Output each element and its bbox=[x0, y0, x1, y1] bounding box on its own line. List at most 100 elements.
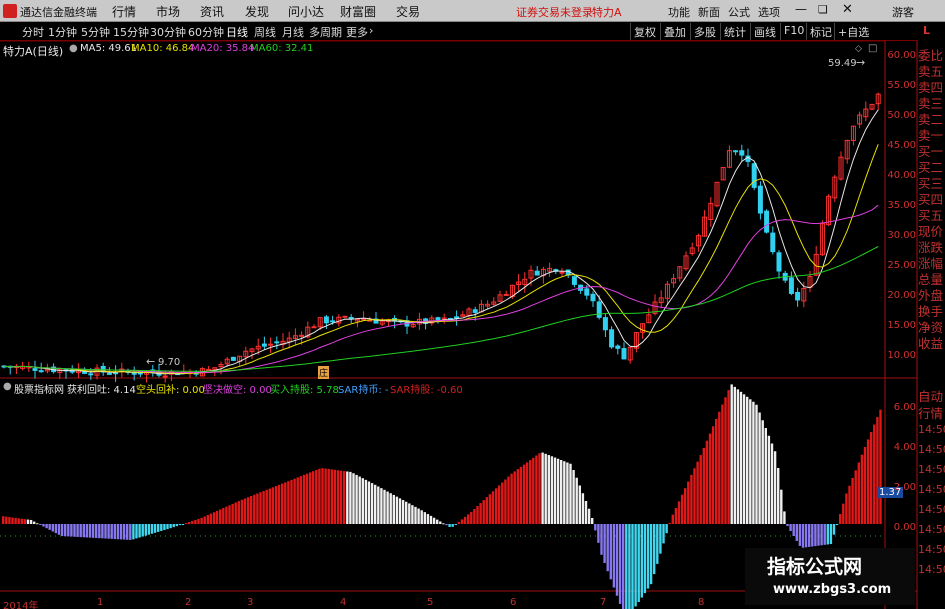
menu-function[interactable]: 功能 bbox=[668, 4, 690, 20]
indicator-bar bbox=[687, 481, 690, 524]
menu-item-wealth-circle[interactable]: 财富圈 bbox=[340, 3, 376, 20]
menu-item-news[interactable]: 资讯 bbox=[200, 3, 224, 20]
indicator-bar bbox=[281, 483, 284, 524]
indicator-bar bbox=[733, 386, 736, 524]
indicator-bar bbox=[408, 503, 411, 524]
period-daily[interactable]: 日线 bbox=[226, 24, 248, 40]
indicator-bar bbox=[200, 517, 203, 524]
period-monthly[interactable]: 月线 bbox=[282, 24, 304, 40]
side-item[interactable]: 收益 bbox=[918, 333, 945, 352]
indicator-toggle-icon[interactable]: ● bbox=[3, 381, 12, 392]
toolbar-f10[interactable]: F10 bbox=[780, 23, 807, 40]
ma-toggle-icon[interactable]: ● bbox=[69, 43, 78, 54]
period-multi[interactable]: 多周期 bbox=[309, 24, 342, 40]
indicator-bar bbox=[451, 524, 454, 527]
menu-item-ask[interactable]: 问小达 bbox=[288, 3, 324, 20]
indicator-bar bbox=[293, 478, 296, 524]
indicator-bar bbox=[569, 463, 572, 524]
guest-label[interactable]: 游客 bbox=[892, 4, 914, 20]
indicator-bar bbox=[659, 524, 662, 554]
candle-body bbox=[361, 318, 367, 321]
menu-item-market[interactable]: 市场 bbox=[156, 3, 180, 20]
toolbar-stats[interactable]: 统计 bbox=[720, 23, 749, 40]
toolbar-draw[interactable]: 画线 bbox=[750, 23, 779, 40]
indicator-bar bbox=[327, 469, 330, 524]
indicator-bar bbox=[597, 524, 600, 543]
candle-body bbox=[609, 329, 615, 348]
indicator-bar bbox=[243, 498, 247, 524]
y-tick-label: 20.00 bbox=[887, 290, 916, 301]
period-timeshare[interactable]: 分时 bbox=[22, 24, 44, 40]
indicator-bar bbox=[405, 501, 408, 524]
menu-options[interactable]: 选项 bbox=[758, 4, 780, 20]
toolbar-adjust[interactable]: 复权 bbox=[630, 23, 659, 40]
indicator-bar bbox=[826, 524, 829, 545]
indicator-bar bbox=[491, 491, 495, 524]
period-more[interactable]: 更多 bbox=[346, 24, 368, 40]
period-weekly[interactable]: 周线 bbox=[254, 24, 276, 40]
indicator-bar bbox=[835, 524, 839, 525]
kline-chart[interactable] bbox=[0, 41, 945, 609]
indicator-bar bbox=[684, 488, 687, 524]
indicator-bar bbox=[839, 514, 842, 524]
indicator-bar bbox=[432, 517, 436, 524]
indicator-bar bbox=[222, 508, 225, 524]
indicator-bar bbox=[591, 518, 594, 524]
menu-item-discover[interactable]: 发现 bbox=[245, 3, 269, 20]
indicator-bar bbox=[525, 462, 529, 524]
indicator-bar bbox=[29, 519, 33, 524]
menu-new-page[interactable]: 新面 bbox=[698, 4, 720, 20]
panel-toggle-icon[interactable]: □ bbox=[868, 43, 877, 54]
candle-body bbox=[615, 345, 621, 349]
toolbar-add-watchlist[interactable]: +自选 bbox=[834, 23, 872, 40]
indicator-bar bbox=[789, 524, 792, 532]
indicator-bar bbox=[572, 470, 575, 524]
indicator-bar bbox=[364, 479, 368, 524]
indicator-bar bbox=[299, 476, 302, 524]
trade-notice[interactable]: 证券交易未登录 bbox=[516, 4, 593, 20]
side-lower-item[interactable]: 行情 bbox=[918, 403, 945, 422]
indicator-bar bbox=[2, 516, 5, 524]
candle-body bbox=[88, 373, 94, 376]
toolbar-mark[interactable]: 标记 bbox=[806, 23, 835, 40]
indicator-bar bbox=[792, 524, 795, 536]
candle-body bbox=[261, 343, 267, 347]
candle-body bbox=[788, 277, 794, 294]
toolbar-overlay[interactable]: 叠加 bbox=[660, 23, 689, 40]
indicator-bar bbox=[277, 484, 281, 524]
candle-body bbox=[584, 288, 590, 296]
indicator-bar bbox=[398, 498, 402, 524]
minimize-icon[interactable]: — bbox=[795, 2, 807, 16]
high-arrow-icon: → bbox=[856, 56, 866, 69]
diamond-icon[interactable]: ◇ bbox=[855, 44, 862, 54]
period-60min[interactable]: 60分钟 bbox=[188, 24, 224, 40]
indicator-bar bbox=[736, 389, 740, 524]
period-5min[interactable]: 5分钟 bbox=[81, 24, 110, 40]
indicator-bar bbox=[265, 489, 268, 524]
watermark-title: 指标公式网 bbox=[767, 556, 863, 578]
indicator-bar bbox=[808, 524, 811, 547]
menu-item-trade[interactable]: 交易 bbox=[396, 3, 420, 20]
indicator-bar bbox=[618, 524, 622, 604]
indicator-bar bbox=[253, 494, 256, 524]
indicator-profit-take: 获利回吐: 4.14 bbox=[67, 385, 136, 396]
indicator-bar bbox=[302, 474, 306, 524]
indicator-bar bbox=[26, 519, 30, 524]
close-icon[interactable]: ✕ bbox=[842, 2, 853, 17]
period-15min[interactable]: 15分钟 bbox=[113, 24, 149, 40]
chevron-right-icon[interactable]: › bbox=[369, 24, 373, 37]
toolbar-multi-stock[interactable]: 多股 bbox=[690, 23, 719, 40]
indicator-bar bbox=[324, 468, 327, 524]
indicator-bar bbox=[420, 510, 423, 524]
candle-body bbox=[733, 150, 739, 153]
period-1min[interactable]: 1分钟 bbox=[48, 24, 77, 40]
menu-formula[interactable]: 公式 bbox=[728, 4, 750, 20]
restore-icon[interactable]: ❏ bbox=[818, 3, 828, 16]
menu-item-quotes[interactable]: 行情 bbox=[112, 3, 136, 20]
indicator-bar bbox=[284, 482, 287, 524]
period-30min[interactable]: 30分钟 bbox=[150, 24, 186, 40]
indicator-bar bbox=[268, 488, 271, 524]
indicator-bar bbox=[761, 420, 764, 524]
zhuang-badge: 庄 bbox=[318, 366, 330, 379]
candle-body bbox=[38, 370, 44, 373]
